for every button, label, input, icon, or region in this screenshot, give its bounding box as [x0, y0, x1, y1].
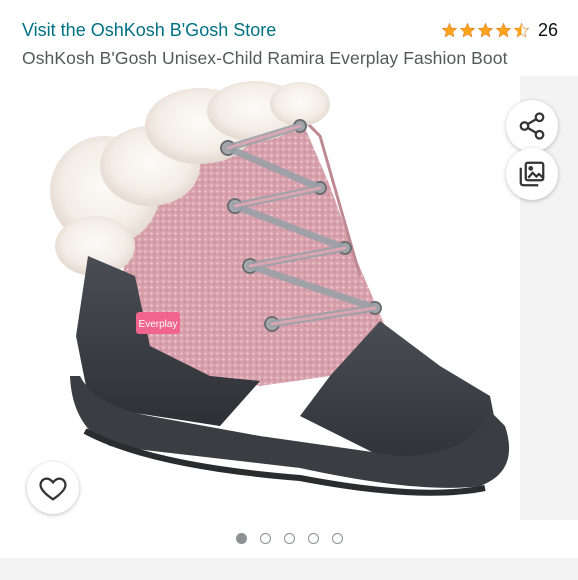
- star-icon: [477, 22, 494, 38]
- product-header: Visit the OshKosh B'Gosh Store 26 OshKos…: [0, 0, 578, 74]
- rating-summary[interactable]: 26: [441, 20, 558, 41]
- share-icon: [519, 112, 545, 140]
- carousel-dot[interactable]: [283, 532, 295, 544]
- product-image-frame[interactable]: Everplay: [0, 76, 520, 520]
- store-link[interactable]: Visit the OshKosh B'Gosh Store: [22, 20, 276, 41]
- star-icon: [495, 22, 512, 38]
- star-rating: [441, 22, 530, 39]
- star-icon: [441, 22, 458, 38]
- carousel-dot[interactable]: [235, 532, 247, 544]
- carousel-dot[interactable]: [259, 532, 271, 544]
- share-button[interactable]: [506, 100, 558, 152]
- wishlist-button[interactable]: [27, 462, 79, 514]
- rating-count[interactable]: 26: [538, 20, 558, 41]
- brand-tag-text: Everplay: [139, 319, 178, 330]
- image-viewer-icon: [519, 161, 545, 187]
- half-star-icon: [513, 22, 530, 38]
- product-title: OshKosh B'Gosh Unisex-Child Ramira Everp…: [22, 48, 508, 68]
- image-gallery[interactable]: Everplay: [0, 76, 578, 520]
- view-images-button[interactable]: [506, 148, 558, 200]
- carousel-indicator: [0, 520, 578, 556]
- product-image[interactable]: Everplay: [0, 76, 520, 520]
- section-divider: [0, 558, 578, 580]
- star-icon: [459, 22, 476, 38]
- carousel-dot[interactable]: [331, 532, 343, 544]
- carousel-dot[interactable]: [307, 532, 319, 544]
- heart-icon: [39, 477, 67, 501]
